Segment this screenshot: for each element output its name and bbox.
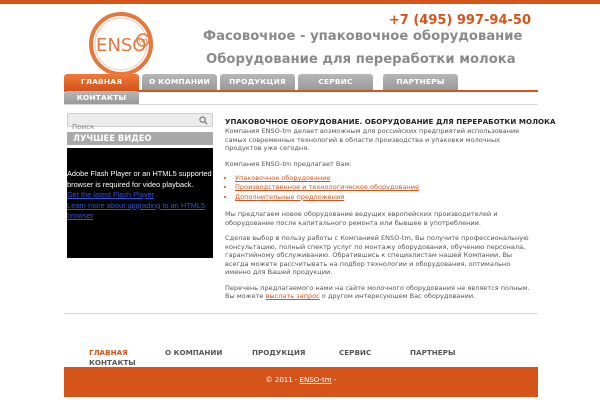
best-video-heading: Лучшее видео — [67, 132, 213, 145]
footer-link-partners[interactable]: Партнеры — [410, 348, 455, 357]
header-title-line1: Фасовочное - упаковочное оборудование — [203, 29, 523, 44]
nav-divider — [64, 104, 538, 105]
header-title: Фасовочное - упаковочное оборудование Об… — [203, 28, 533, 68]
request-paragraph: Перечень предлагаемого нами на сайте мол… — [225, 284, 535, 301]
offers-list: Упаковочное оборудование Производственно… — [235, 174, 535, 202]
intro-paragraph: Компания ENSO-tm делает возможным для ро… — [225, 127, 520, 152]
services-paragraph: Сделав выбор в пользу работы с Компанией… — [225, 234, 529, 277]
logo-badge: tm — [139, 38, 147, 45]
header-title-line2: Оборудование для переработки молока — [206, 52, 516, 67]
footer-link-service[interactable]: Сервис — [339, 348, 371, 357]
video-fallback-message: Adobe Flash Player or an HTML5 supported… — [67, 169, 212, 189]
content-divider — [64, 313, 538, 314]
list-item: Упаковочное оборудование — [235, 174, 535, 183]
content-heading: Упаковочное оборудование. Оборудование д… — [225, 117, 556, 126]
footer-link-home[interactable]: Главная — [89, 348, 128, 357]
request-text-after: о другом интересующем Вас оборудовании. — [321, 292, 476, 301]
offer-link-packaging[interactable]: Упаковочное оборудование — [235, 174, 330, 182]
tab-about[interactable]: О компании — [142, 74, 217, 90]
search-icon[interactable] — [199, 116, 208, 125]
offer-link-production[interactable]: Производственное и технологическое обору… — [235, 183, 419, 191]
send-request-link[interactable]: выслать запрос — [266, 292, 320, 300]
tab-service[interactable]: Сервис — [298, 74, 373, 90]
offers-intro: Компания ENSO-tm предлагает Вам: — [225, 159, 352, 168]
copyright-prefix: © 2011 - — [265, 376, 298, 384]
video-player[interactable]: Adobe Flash Player or an HTML5 supported… — [67, 148, 213, 258]
enso-logo-icon: ENSO tm — [89, 12, 153, 76]
footer-bar: © 2011 - ENSO-tm - — [64, 367, 538, 397]
main-content: Упаковочное оборудование. Оборудование д… — [225, 117, 556, 301]
copyright-suffix: - — [333, 376, 337, 384]
equipment-paragraph: Мы предлагаем новое оборудование ведущих… — [225, 210, 498, 227]
tab-partners[interactable]: Партнеры — [383, 74, 458, 90]
list-item: Производственное и технологическое обору… — [235, 183, 535, 192]
footer-site-link[interactable]: ENSO-tm — [300, 376, 332, 384]
sidebar: Лучшее видео Adobe Flash Player or an HT… — [67, 113, 213, 258]
top-accent-strip — [0, 0, 600, 4]
html5-browser-link[interactable]: Learn more about upgrading to an HTML5 b… — [67, 201, 213, 222]
footer-link-contacts[interactable]: Контакты — [89, 358, 136, 367]
site-logo[interactable]: ENSO tm — [87, 10, 155, 78]
footer-link-about[interactable]: О компании — [165, 348, 222, 357]
footer-link-products[interactable]: Продукция — [252, 348, 305, 357]
flash-player-link[interactable]: Get the latest Flash Player — [67, 190, 213, 201]
search-input[interactable] — [68, 121, 193, 133]
tab-contacts[interactable]: Контакты — [64, 91, 139, 104]
search-box — [67, 113, 213, 133]
offer-link-additional[interactable]: Дополнительные предложения — [235, 193, 344, 201]
header-phone: +7 (495) 997-94-50 — [388, 13, 531, 28]
tab-home[interactable]: Главная — [64, 74, 139, 90]
tab-products[interactable]: Продукция — [220, 74, 295, 90]
list-item: Дополнительные предложения — [235, 193, 535, 202]
